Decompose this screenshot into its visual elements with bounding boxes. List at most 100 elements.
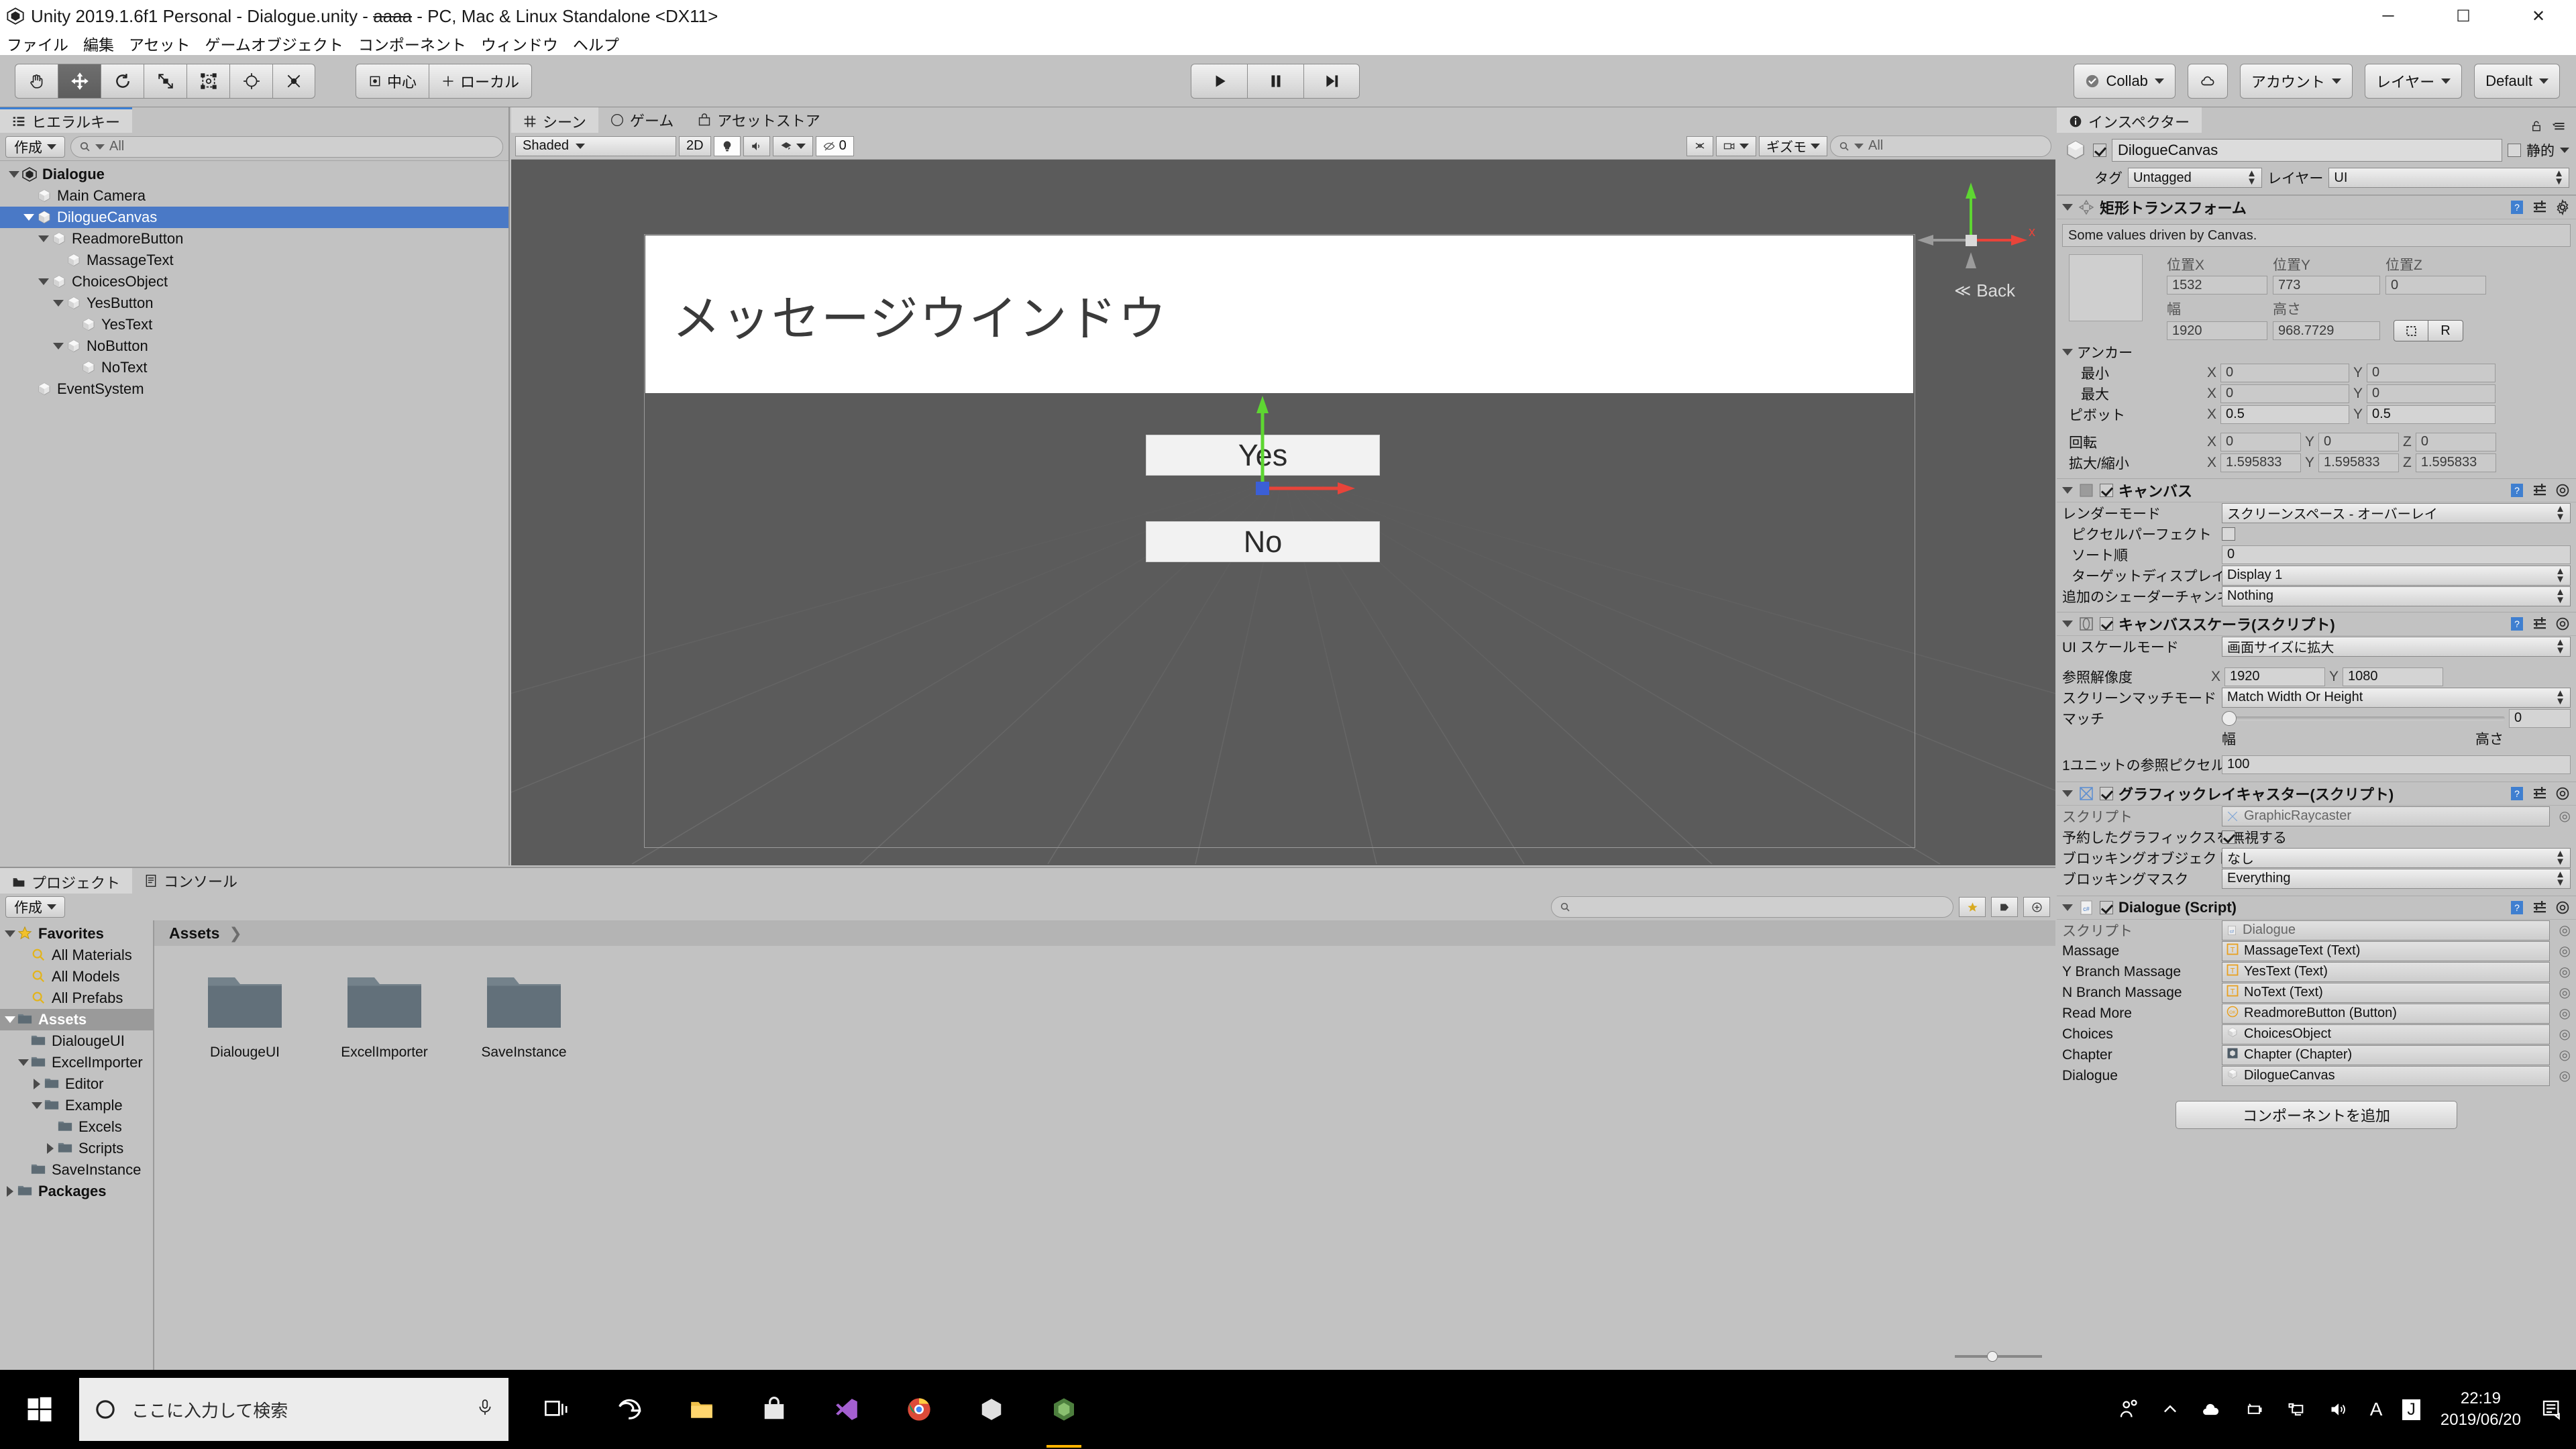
anchor-max-y-field[interactable]: 0 <box>2367 384 2496 403</box>
scene-audio-toggle[interactable] <box>743 136 770 156</box>
hierarchy-item-readmorebutton[interactable]: ReadmoreButton <box>0 228 508 250</box>
dialogue-field-value[interactable]: T YesText (Text) <box>2222 961 2550 982</box>
object-picker-icon[interactable]: ◎ <box>2559 1005 2571 1022</box>
foldout-icon[interactable] <box>51 343 66 350</box>
project-item-all-models[interactable]: All Models <box>0 966 153 987</box>
close-button[interactable]: ✕ <box>2501 0 2576 32</box>
project-item-dialougeui[interactable]: DialougeUI <box>0 1030 153 1052</box>
pivot-y-field[interactable]: 0.5 <box>2367 405 2496 424</box>
add-component-button[interactable]: コンポーネントを追加 <box>2176 1101 2457 1129</box>
asset-item[interactable]: SaveInstance <box>474 967 574 1061</box>
render-mode-dropdown[interactable]: スクリーンスペース - オーバーレイ ▲ ▼ <box>2222 502 2571 523</box>
taskbar-search-input[interactable]: ここに入力して検索 <box>79 1378 508 1441</box>
unity-icon[interactable] <box>1030 1370 1097 1449</box>
project-search-input[interactable] <box>1551 896 1953 918</box>
shading-mode-dropdown[interactable]: Shaded <box>515 136 676 156</box>
project-item-scripts[interactable]: Scripts <box>0 1138 153 1159</box>
scale-x-field[interactable]: 1.595833 <box>2220 453 2302 472</box>
menu-window[interactable]: ウィンドウ <box>481 32 558 55</box>
foldout-icon[interactable] <box>7 171 21 178</box>
gear-icon[interactable] <box>2555 616 2571 632</box>
project-create-button[interactable]: 作成 <box>5 896 65 918</box>
network-icon[interactable] <box>2286 1400 2307 1419</box>
reference-ppu-field[interactable]: 100 <box>2222 755 2571 774</box>
hierarchy-item-main-camera[interactable]: Main Camera <box>0 185 508 207</box>
hierarchy-create-button[interactable]: 作成 <box>5 136 65 158</box>
start-button[interactable] <box>0 1370 79 1449</box>
component-header-dialogue-script[interactable]: c# Dialogue (Script) ? <box>2057 896 2576 920</box>
project-filter-label[interactable] <box>1991 897 2018 917</box>
rot-x-field[interactable]: 0 <box>2220 432 2302 451</box>
onedrive-icon[interactable] <box>2200 1400 2222 1419</box>
ignore-reversed-checkbox[interactable] <box>2222 830 2235 844</box>
project-item-example[interactable]: Example <box>0 1095 153 1116</box>
scene-gizmos-dropdown[interactable]: ギズモ <box>1759 136 1827 156</box>
mic-icon[interactable] <box>476 1397 494 1422</box>
ui-scale-mode-dropdown[interactable]: 画面サイズに拡大 ▲ ▼ <box>2222 636 2571 657</box>
message-window[interactable]: メッセージウインドウ <box>645 235 1913 393</box>
foldout-icon[interactable] <box>2062 487 2073 494</box>
layer-dropdown[interactable]: UI ▲ ▼ <box>2328 168 2569 188</box>
object-picker-icon[interactable]: ◎ <box>2559 1046 2571 1063</box>
layout-button[interactable]: Default <box>2474 63 2560 99</box>
graphic-raycaster-enabled-checkbox[interactable] <box>2100 787 2113 800</box>
foldout-icon[interactable] <box>3 930 17 937</box>
target-display-dropdown[interactable]: Display 1 ▲ ▼ <box>2222 565 2571 586</box>
pos-z-field[interactable]: 0 <box>2385 276 2486 294</box>
foldout-icon[interactable] <box>51 300 66 307</box>
pivot-x-field[interactable]: 0.5 <box>2220 405 2350 424</box>
scene-hidden-objects[interactable]: 0 <box>815 136 854 156</box>
sort-order-field[interactable]: 0 <box>2222 545 2571 564</box>
foldout-icon[interactable] <box>36 278 51 285</box>
gear-icon[interactable] <box>2555 900 2571 916</box>
foldout-icon[interactable] <box>16 1059 31 1066</box>
menu-component[interactable]: コンポーネント <box>358 32 466 55</box>
preset-icon[interactable] <box>2532 482 2548 498</box>
lock-icon[interactable] <box>2530 119 2542 133</box>
breadcrumb[interactable]: Assets ❯ <box>154 920 2055 946</box>
raycaster-script-field[interactable]: GraphicRaycaster <box>2222 806 2550 826</box>
help-icon[interactable]: ? <box>2509 900 2525 916</box>
match-value-field[interactable]: 0 <box>2509 708 2571 728</box>
store-icon[interactable] <box>741 1370 808 1449</box>
component-header-rect-transform[interactable]: 矩形トランスフォーム ? <box>2057 195 2576 219</box>
anchor-max-x-field[interactable]: 0 <box>2220 384 2350 403</box>
ime-a-icon[interactable]: A <box>2370 1399 2383 1420</box>
object-picker-icon[interactable]: ◎ <box>2559 808 2571 824</box>
height-field[interactable]: 968.7729 <box>2273 321 2380 340</box>
object-name-field[interactable]: DilogueCanvas <box>2112 139 2502 162</box>
menu-help[interactable]: ヘルプ <box>573 32 619 55</box>
project-item-all-materials[interactable]: All Materials <box>0 945 153 966</box>
chrome-icon[interactable] <box>885 1370 953 1449</box>
foldout-icon[interactable] <box>30 1079 44 1089</box>
anchor-preset-widget[interactable] <box>2069 254 2143 321</box>
menu-gameobject[interactable]: ゲームオブジェクト <box>205 32 343 55</box>
hierarchy-item-dialogue[interactable]: Dialogue <box>0 164 508 185</box>
project-item-assets[interactable]: Assets <box>0 1009 153 1030</box>
asset-item[interactable]: ExcelImporter <box>334 967 435 1061</box>
foldout-icon[interactable] <box>2062 904 2073 911</box>
gear-icon[interactable] <box>2555 786 2571 802</box>
tab-inspector[interactable]: インスペクター <box>2057 107 2202 133</box>
people-icon[interactable] <box>2118 1398 2141 1421</box>
scale-z-field[interactable]: 1.595833 <box>2415 453 2496 472</box>
object-picker-icon[interactable]: ◎ <box>2559 943 2571 959</box>
hierarchy-item-yestext[interactable]: YesText <box>0 314 508 335</box>
project-item-excelimporter[interactable]: ExcelImporter <box>0 1052 153 1073</box>
scale-y-field[interactable]: 1.595833 <box>2318 453 2400 472</box>
ime-j-icon[interactable]: J <box>2402 1399 2420 1420</box>
width-field[interactable]: 1920 <box>2167 321 2267 340</box>
tab-console[interactable]: コンソール <box>132 868 250 894</box>
tab-hierarchy[interactable]: ヒエラルキー <box>0 107 133 133</box>
project-item-packages[interactable]: Packages <box>0 1181 153 1202</box>
dialogue-field-value[interactable]: ChoicesObject <box>2222 1024 2550 1044</box>
collab-button[interactable]: Collab <box>2073 63 2176 99</box>
dialogue-field-value[interactable]: T NoText (Text) <box>2222 982 2550 1003</box>
menu-file[interactable]: ファイル <box>7 32 68 55</box>
hierarchy-tree[interactable]: Dialogue Main Camera DilogueCanvas Readmore… <box>0 161 508 865</box>
blueprint-mode-button[interactable] <box>2394 320 2428 341</box>
play-button[interactable] <box>1191 63 1247 99</box>
component-header-graphic-raycaster[interactable]: グラフィックレイキャスター(スクリプト) ? <box>2057 782 2576 806</box>
scene-camera-button[interactable] <box>1716 136 1756 156</box>
hamburger-icon[interactable] <box>2552 119 2567 133</box>
